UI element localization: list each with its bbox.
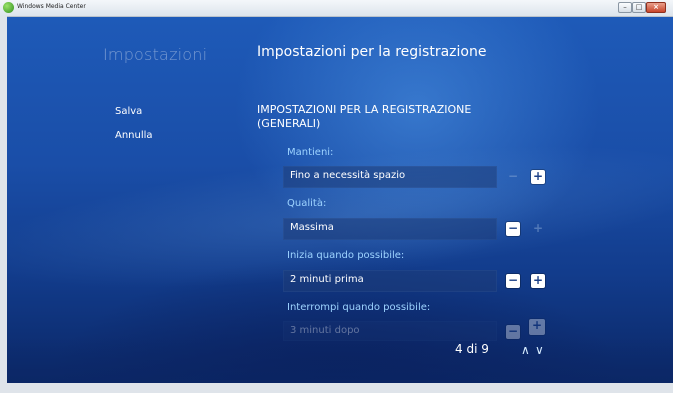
scroll-down-arrow-icon[interactable]: ∨ [535,343,544,357]
title-bar[interactable]: Windows Media Center – □ × [0,0,673,17]
stop-late-label: Interrompi quando possibile: [287,302,431,313]
plus-icon: + [532,169,544,183]
start-early-label: Inizia quando possibile: [287,250,405,261]
start-early-value: 2 minuti prima [290,274,364,285]
section-title: Impostazioni [103,45,208,64]
close-button[interactable]: × [646,2,666,13]
quality-decrease-button[interactable]: − [506,221,520,236]
bottom-fade-overlay [7,337,673,383]
quality-value: Massima [290,222,334,233]
keep-increase-button[interactable]: + [531,169,545,184]
start-early-decrease-button[interactable]: − [506,273,520,288]
start-early-increase-button[interactable]: + [531,273,545,288]
maximize-icon: □ [635,3,643,11]
quality-value-field[interactable]: Massima [283,218,497,240]
plus-icon: + [531,318,543,332]
keep-value-field[interactable]: Fino a necessità spazio [283,166,497,188]
minimize-icon: – [623,3,627,11]
save-menu-item[interactable]: Salva [115,106,142,117]
group-header: IMPOSTAZIONI PER LA REGISTRAZIONE (GENER… [257,103,472,130]
cancel-menu-item[interactable]: Annulla [115,130,153,141]
minus-icon: − [507,169,519,183]
stop-late-increase-button[interactable]: + [529,318,545,335]
minus-icon: − [507,221,519,235]
keep-decrease-button[interactable]: − [506,169,520,184]
minimize-button[interactable]: – [618,2,632,13]
minus-icon: − [507,273,519,287]
minus-icon: − [507,324,519,338]
window-title: Windows Media Center [17,3,86,10]
close-icon: × [653,3,659,11]
stop-late-value-field[interactable]: 3 minuti dopo [283,321,497,341]
maximize-button[interactable]: □ [632,2,646,13]
window-frame-left [0,16,7,383]
plus-icon: + [532,221,544,235]
window-frame-bottom [0,383,673,393]
quality-label: Qualità: [287,198,327,209]
keep-value: Fino a necessità spazio [290,170,406,181]
page-indicator: 4 di 9 [455,342,489,356]
start-early-value-field[interactable]: 2 minuti prima [283,270,497,292]
quality-increase-button[interactable]: + [531,221,545,236]
keep-label: Mantieni: [287,147,334,158]
media-center-content: Impostazioni Impostazioni per la registr… [7,17,673,383]
page-title: Impostazioni per la registrazione [257,44,487,60]
media-center-window: Windows Media Center – □ × Impostazioni … [0,0,673,393]
scroll-up-arrow-icon[interactable]: ∧ [521,343,530,357]
plus-icon: + [532,273,544,287]
stop-late-value: 3 minuti dopo [290,325,360,336]
stop-late-decrease-button[interactable]: − [506,324,520,339]
windows-media-center-icon [3,2,14,13]
